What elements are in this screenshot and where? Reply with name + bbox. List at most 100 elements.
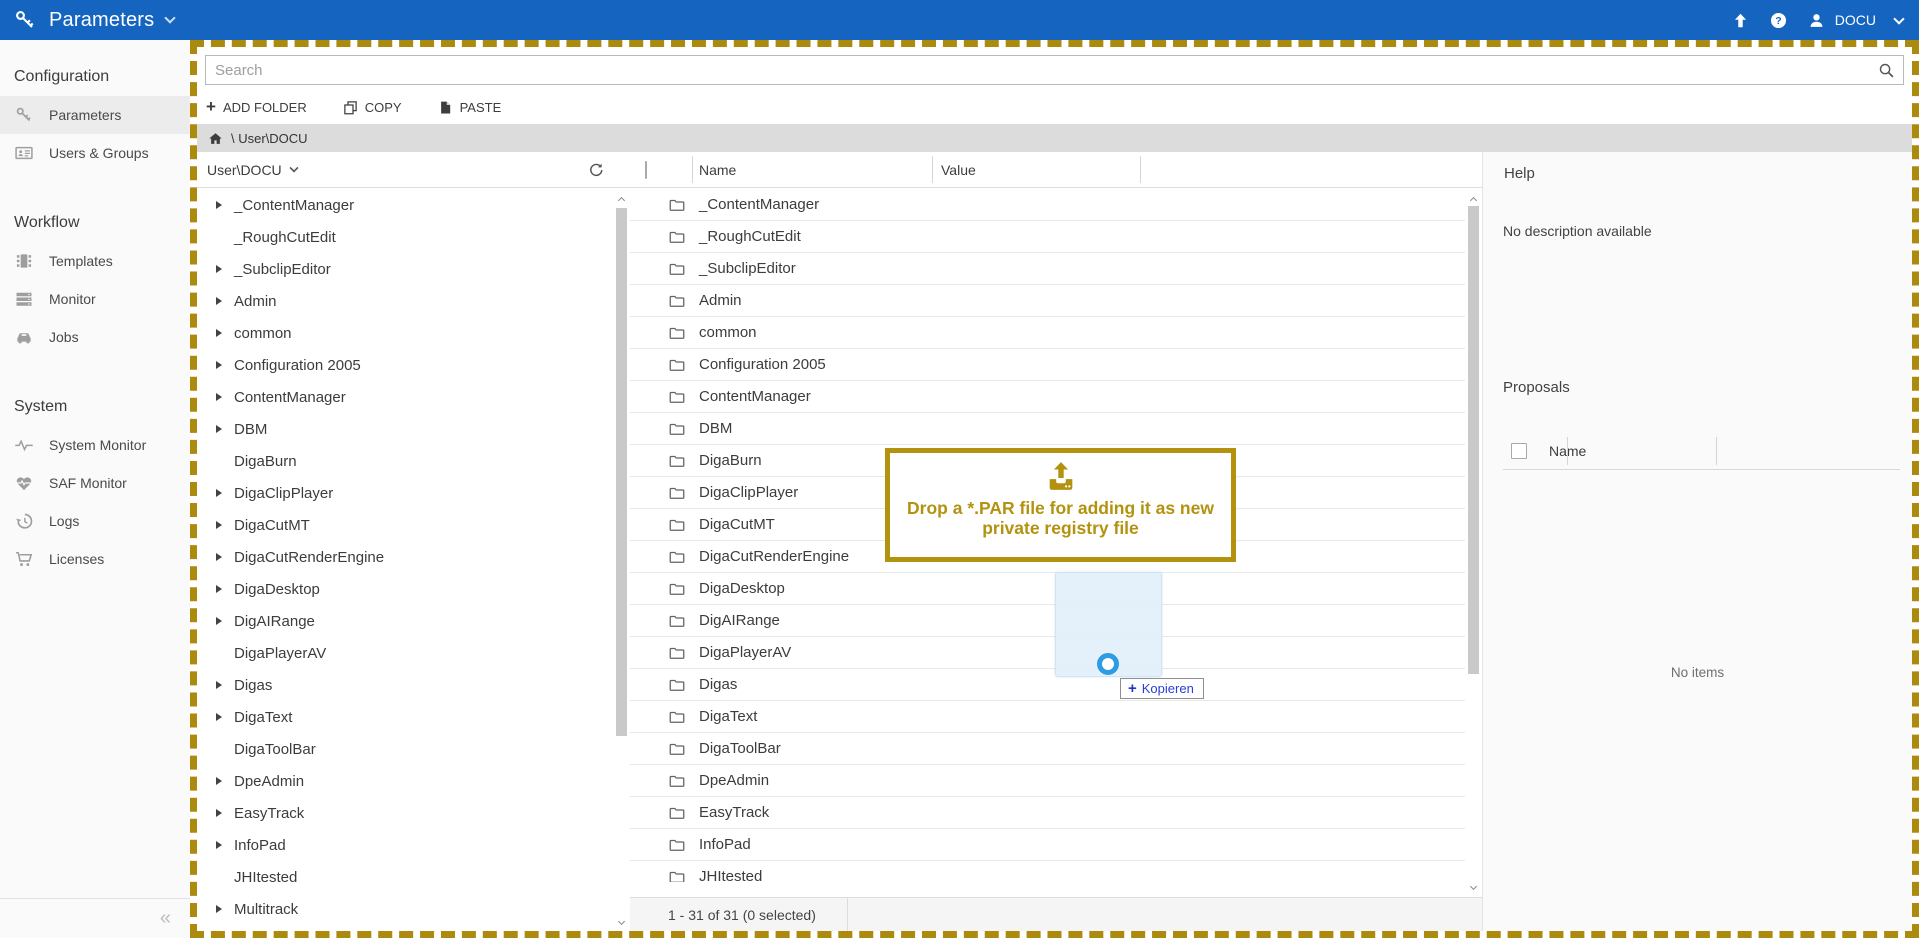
tree-item-digaclipplayer[interactable]: DigaClipPlayer [197, 477, 612, 509]
scroll-down-icon[interactable] [613, 914, 630, 929]
tree-item-easytrack[interactable]: EasyTrack [197, 797, 612, 829]
tree-item-dbm[interactable]: DBM [197, 413, 612, 445]
table-row-subclipeditor[interactable]: _SubclipEditor [630, 253, 1465, 285]
select-all-checkbox[interactable] [645, 161, 647, 179]
tree-item-digairange[interactable]: DigAIRange [197, 605, 612, 637]
grid-scrollbar[interactable] [1465, 189, 1482, 896]
sidebar-item-system-monitor[interactable]: System Monitor [0, 426, 190, 464]
tree-item-infopad[interactable]: InfoPad [197, 829, 612, 861]
tree-item-digacutmt[interactable]: DigaCutMT [197, 509, 612, 541]
expand-arrow-icon[interactable] [216, 585, 222, 593]
expand-arrow-icon[interactable] [216, 393, 222, 401]
tree-item-digatoolbar[interactable]: DigaToolBar [197, 733, 612, 765]
expand-arrow-icon[interactable] [216, 617, 222, 625]
table-row-admin[interactable]: Admin [630, 285, 1465, 317]
tree-item-digaburn[interactable]: DigaBurn [197, 445, 612, 477]
sidebar-item-users-groups[interactable]: Users & Groups [0, 134, 190, 172]
tree-root-selector[interactable]: User\DOCU [197, 152, 630, 188]
table-row-easytrack[interactable]: EasyTrack [630, 797, 1465, 829]
breadcrumb[interactable]: \ User\DOCU [197, 124, 1912, 152]
tree-item-contentmanager[interactable]: ContentManager [197, 381, 612, 413]
table-row-infopad[interactable]: InfoPad [630, 829, 1465, 861]
column-header-value[interactable]: Value [932, 162, 1140, 178]
sidebar-collapse-button[interactable]: « [0, 898, 190, 938]
table-row-contentmanager[interactable]: ContentManager [630, 381, 1465, 413]
expand-arrow-icon[interactable] [216, 329, 222, 337]
expand-arrow-icon[interactable] [216, 713, 222, 721]
tree-item-digacutrenderengine[interactable]: DigaCutRenderEngine [197, 541, 612, 573]
breadcrumb-path: \ User\DOCU [231, 131, 308, 146]
expand-arrow-icon[interactable] [216, 905, 222, 913]
table-row-contentmanager[interactable]: _ContentManager [630, 189, 1465, 221]
tree-item-admin[interactable]: Admin [197, 285, 612, 317]
tree-item-jhitested[interactable]: JHItested [197, 861, 612, 893]
table-row-dpeadmin[interactable]: DpeAdmin [630, 765, 1465, 797]
expand-arrow-icon[interactable] [216, 201, 222, 209]
scroll-down-icon[interactable] [1465, 879, 1482, 894]
table-row-digadesktop[interactable]: DigaDesktop [630, 573, 1465, 605]
expand-arrow-icon[interactable] [216, 489, 222, 497]
copy-button[interactable]: COPY [343, 100, 402, 115]
tree-item-label: DigAIRange [234, 613, 315, 630]
table-row-digaplayerav[interactable]: DigaPlayerAV [630, 637, 1465, 669]
table-row-jhitested[interactable]: JHItested [630, 861, 1465, 882]
search-icon[interactable] [1878, 62, 1895, 79]
sidebar-item-jobs[interactable]: Jobs [0, 318, 190, 356]
sidebar-item-licenses[interactable]: Licenses [0, 540, 190, 578]
tree-item-roughcutedit[interactable]: _RoughCutEdit [197, 221, 612, 253]
tree-item-digadesktop[interactable]: DigaDesktop [197, 573, 612, 605]
expand-arrow-icon[interactable] [216, 297, 222, 305]
tree-item-dpeadmin[interactable]: DpeAdmin [197, 765, 612, 797]
expand-arrow-icon[interactable] [216, 809, 222, 817]
title-chevron-down-icon[interactable] [165, 12, 176, 23]
sidebar-item-saf-monitor[interactable]: SAF Monitor [0, 464, 190, 502]
expand-arrow-icon[interactable] [216, 265, 222, 273]
expand-arrow-icon[interactable] [216, 777, 222, 785]
expand-arrow-icon[interactable] [216, 361, 222, 369]
expand-arrow-icon[interactable] [216, 553, 222, 561]
tree-item-configuration-2005[interactable]: Configuration 2005 [197, 349, 612, 381]
search-input[interactable] [205, 55, 1904, 85]
sidebar-item-logs[interactable]: Logs [0, 502, 190, 540]
table-row-common[interactable]: common [630, 317, 1465, 349]
tree-item-digatext[interactable]: DigaText [197, 701, 612, 733]
paste-button[interactable]: PASTE [438, 100, 502, 115]
user-name[interactable]: DOCU [1835, 12, 1876, 28]
table-row-roughcutedit[interactable]: _RoughCutEdit [630, 221, 1465, 253]
home-icon[interactable] [208, 131, 223, 146]
sidebar-item-monitor[interactable]: Monitor [0, 280, 190, 318]
scroll-up-icon[interactable] [1465, 191, 1482, 206]
expand-arrow-icon[interactable] [216, 521, 222, 529]
sidebar-item-templates[interactable]: Templates [0, 242, 190, 280]
tree-item-label: InfoPad [234, 837, 286, 854]
table-row-digas[interactable]: Digas [630, 669, 1465, 701]
add-folder-label: ADD FOLDER [223, 100, 307, 115]
proposals-select-all-checkbox[interactable] [1511, 443, 1527, 459]
expand-arrow-icon[interactable] [216, 841, 222, 849]
tree-item-digas[interactable]: Digas [197, 669, 612, 701]
help-icon[interactable]: ? [1769, 11, 1788, 30]
tree-item-common[interactable]: common [197, 317, 612, 349]
tree-scrollbar[interactable] [613, 189, 630, 931]
tree-item-contentmanager[interactable]: _ContentManager [197, 189, 612, 221]
table-row-digatoolbar[interactable]: DigaToolBar [630, 733, 1465, 765]
tree-item-subclipeditor[interactable]: _SubclipEditor [197, 253, 612, 285]
refresh-icon[interactable] [588, 162, 604, 178]
add-folder-button[interactable]: + ADD FOLDER [206, 100, 307, 115]
column-header-name[interactable]: Name [692, 162, 932, 178]
upload-icon[interactable] [1731, 11, 1750, 30]
grid-scrollbar-thumb[interactable] [1468, 206, 1479, 674]
sidebar-item-parameters[interactable]: Parameters [0, 96, 190, 134]
table-row-digatext[interactable]: DigaText [630, 701, 1465, 733]
tree-item-digaplayerav[interactable]: DigaPlayerAV [197, 637, 612, 669]
table-row-configuration-2005[interactable]: Configuration 2005 [630, 349, 1465, 381]
tree-scrollbar-thumb[interactable] [616, 208, 627, 736]
proposals-column-name[interactable]: Name [1527, 443, 1586, 459]
expand-arrow-icon[interactable] [216, 425, 222, 433]
expand-arrow-icon[interactable] [216, 681, 222, 689]
table-row-dbm[interactable]: DBM [630, 413, 1465, 445]
tree-item-multitrack[interactable]: Multitrack [197, 893, 612, 925]
scroll-up-icon[interactable] [613, 191, 630, 206]
user-chevron-down-icon[interactable] [1893, 13, 1904, 24]
table-row-digairange[interactable]: DigAIRange [630, 605, 1465, 637]
